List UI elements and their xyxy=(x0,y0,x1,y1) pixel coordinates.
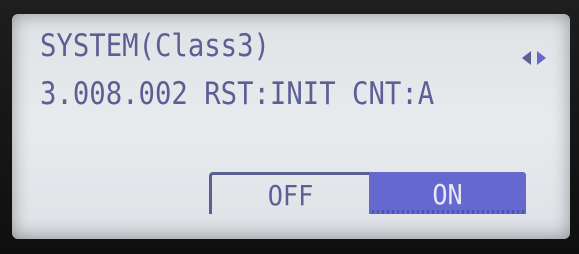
off-option-label: OFF xyxy=(267,179,314,212)
on-option-selected[interactable]: ON xyxy=(369,172,526,214)
left-right-arrows-icon xyxy=(522,51,546,65)
on-option-label: ON xyxy=(432,178,463,211)
system-title: SYSTEM(Class3) xyxy=(40,28,270,64)
screen-bottom-area xyxy=(12,217,570,239)
lcd-screen: SYSTEM(Class3) 3.008.002 RST:INIT CNT:A … xyxy=(12,14,570,239)
system-status-line: 3.008.002 RST:INIT CNT:A xyxy=(40,76,435,112)
off-option[interactable]: OFF xyxy=(209,172,369,214)
